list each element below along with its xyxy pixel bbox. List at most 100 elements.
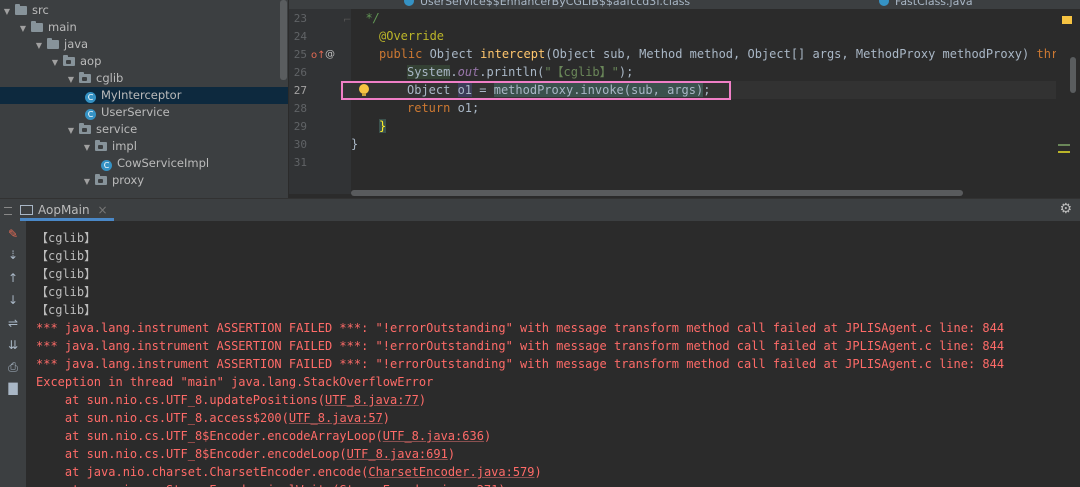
source-link[interactable]: CharsetEncoder.java:579 <box>368 465 534 479</box>
tree-scrollbar[interactable] <box>280 0 287 80</box>
console-line: 【cglib】 <box>36 231 97 245</box>
tab-label: UserService$$EnhancerByCGLIB$$aafccd3f.c… <box>420 0 691 8</box>
tree-item-label: MyInterceptor <box>101 88 182 102</box>
console-output[interactable]: 【cglib】 【cglib】 【cglib】 【cglib】 【cglib】 *** j… <box>26 221 1080 487</box>
line-number: 24 <box>293 30 307 43</box>
menu-icon[interactable] <box>4 207 12 215</box>
line-number: 23 <box>293 12 307 25</box>
chevron-down-icon[interactable]: ▼ <box>34 37 44 54</box>
gear-icon[interactable]: ⚙ <box>1059 201 1072 217</box>
horizontal-scrollbar[interactable] <box>351 190 963 196</box>
console-line: 【cglib】 <box>36 285 97 299</box>
run-tool-window-header: AopMain × ⚙ <box>0 198 1080 221</box>
code-line-24[interactable]: @Override <box>351 27 1056 45</box>
highlight-box <box>341 81 731 100</box>
tree-item-label: service <box>96 122 138 136</box>
override-method-icon[interactable]: o↑ <box>311 50 326 61</box>
package-icon <box>79 123 91 134</box>
code-line-30[interactable]: } <box>351 135 1056 153</box>
run-tab-label: AopMain <box>38 203 90 217</box>
tab-fastclass-java[interactable]: FastClass.java <box>879 0 973 9</box>
chevron-down-icon[interactable]: ▼ <box>50 54 60 71</box>
down-arrow-icon[interactable]: ↓ <box>0 293 26 307</box>
annotation-icon: @ <box>325 49 335 60</box>
java-file-icon <box>879 0 889 6</box>
scroll-to-end-icon[interactable]: ⇊ <box>0 338 26 352</box>
trash-icon[interactable]: ▇ <box>0 381 26 395</box>
code-line-25[interactable]: public Object intercept(Object sub, Meth… <box>351 45 1080 63</box>
package-icon <box>95 140 107 151</box>
tree-item-java[interactable]: ▼ java <box>0 36 288 53</box>
change-marker <box>1058 151 1070 153</box>
tree-item-label: java <box>64 37 89 51</box>
tree-item-label: impl <box>112 139 137 153</box>
print-icon[interactable]: ⎙ <box>0 360 26 375</box>
soft-wrap-icon[interactable]: ⇌ <box>0 316 26 330</box>
run-tab-aopmain[interactable]: AopMain × <box>20 199 114 221</box>
tree-item-label: cglib <box>96 71 124 85</box>
stack-trace-line: at sun.nio.cs.UTF_8.access$200(UTF_8.jav… <box>36 411 391 425</box>
editor-gutter: 23 24 25 26 27 28 29 30 31 o↑ @ ⌐ <box>289 9 351 194</box>
code-line-23[interactable]: */ <box>351 9 1056 27</box>
chevron-down-icon[interactable]: ▼ <box>2 3 12 20</box>
chevron-down-icon[interactable]: ▼ <box>66 122 76 139</box>
console-line: 【cglib】 <box>36 303 97 317</box>
class-icon: C <box>85 92 96 103</box>
tree-item-cowserviceimpl[interactable]: C CowServiceImpl <box>0 155 288 172</box>
source-link[interactable]: UTF_8.java:57 <box>289 411 383 425</box>
chevron-down-icon[interactable]: ▼ <box>66 71 76 88</box>
tree-item-myinterceptor[interactable]: C MyInterceptor <box>0 87 288 104</box>
line-number: 26 <box>293 66 307 79</box>
tree-item-src[interactable]: ▼ src <box>0 2 288 19</box>
tab-label: FastClass.java <box>895 0 973 8</box>
source-link[interactable]: UTF_8.java:77 <box>325 393 419 407</box>
line-number: 31 <box>293 156 307 169</box>
close-tab-icon[interactable]: × <box>97 203 107 217</box>
source-link[interactable]: StreamEncoder.java:271 <box>339 483 498 487</box>
tree-item-service[interactable]: ▼ service <box>0 121 288 138</box>
tree-item-cglib[interactable]: ▼ cglib <box>0 70 288 87</box>
tree-item-impl[interactable]: ▼ impl <box>0 138 288 155</box>
warning-stripe-icon[interactable] <box>1062 16 1072 24</box>
stack-trace-line: at sun.nio.cs.StreamEncoder.implWrite(St… <box>36 481 506 487</box>
console-line: 【cglib】 <box>36 249 97 263</box>
chevron-down-icon[interactable]: ▼ <box>18 20 28 37</box>
tree-item-proxy[interactable]: ▼ proxy <box>0 172 288 189</box>
tree-item-userservice[interactable]: C UserService <box>0 104 288 121</box>
tree-item-label: main <box>48 20 77 34</box>
source-link[interactable]: UTF_8.java:691 <box>347 447 448 461</box>
tree-item-main[interactable]: ▼ main <box>0 19 288 36</box>
class-icon: C <box>85 109 96 120</box>
change-marker <box>1058 144 1070 146</box>
tree-item-label: src <box>32 3 49 17</box>
class-file-icon <box>404 0 414 6</box>
project-tree: ▼ src ▼ main ▼ java ▼ aop ▼ cglib C MyInterceptor C U… <box>0 0 288 198</box>
stack-trace-line: at java.nio.charset.CharsetEncoder.encod… <box>36 465 542 479</box>
stack-trace-line: at sun.nio.cs.UTF_8.updatePositions(UTF_… <box>36 393 427 407</box>
tab-userservice-enhancer-class[interactable]: UserService$$EnhancerByCGLIB$$aafccd3f.c… <box>404 0 690 9</box>
error-stripe <box>1056 9 1080 194</box>
package-icon <box>79 72 91 83</box>
up-arrow-icon[interactable]: ↑ <box>0 271 26 285</box>
console-line: *** java.lang.instrument ASSERTION FAILE… <box>36 339 1005 353</box>
source-link[interactable]: UTF_8.java:636 <box>383 429 484 443</box>
vertical-scrollbar[interactable] <box>1070 57 1076 93</box>
folder-icon <box>15 4 27 15</box>
line-number: 30 <box>293 138 307 151</box>
console-line: Exception in thread "main" java.lang.Sta… <box>36 375 434 389</box>
package-icon <box>95 174 107 185</box>
chevron-down-icon[interactable]: ▼ <box>82 139 92 156</box>
code-line-28[interactable]: return o1; <box>351 99 1056 117</box>
tree-item-label: UserService <box>101 105 170 119</box>
folder-icon <box>31 21 43 32</box>
console-line: *** java.lang.instrument ASSERTION FAILE… <box>36 321 1005 335</box>
tree-item-label: proxy <box>112 173 145 187</box>
code-line-29[interactable]: } <box>351 117 1056 135</box>
code-line-26[interactable]: System.out.println("【cglib】"); <box>351 63 1056 81</box>
chevron-down-icon[interactable]: ▼ <box>82 173 92 190</box>
code-editor[interactable]: UserService$$EnhancerByCGLIB$$aafccd3f.c… <box>289 0 1080 198</box>
sort-icon[interactable]: ⇣ <box>0 248 26 262</box>
tree-item-aop[interactable]: ▼ aop <box>0 53 288 70</box>
stack-trace-line: at sun.nio.cs.UTF_8$Encoder.encodeArrayL… <box>36 429 492 443</box>
rerun-icon[interactable]: ✎ <box>0 227 26 241</box>
